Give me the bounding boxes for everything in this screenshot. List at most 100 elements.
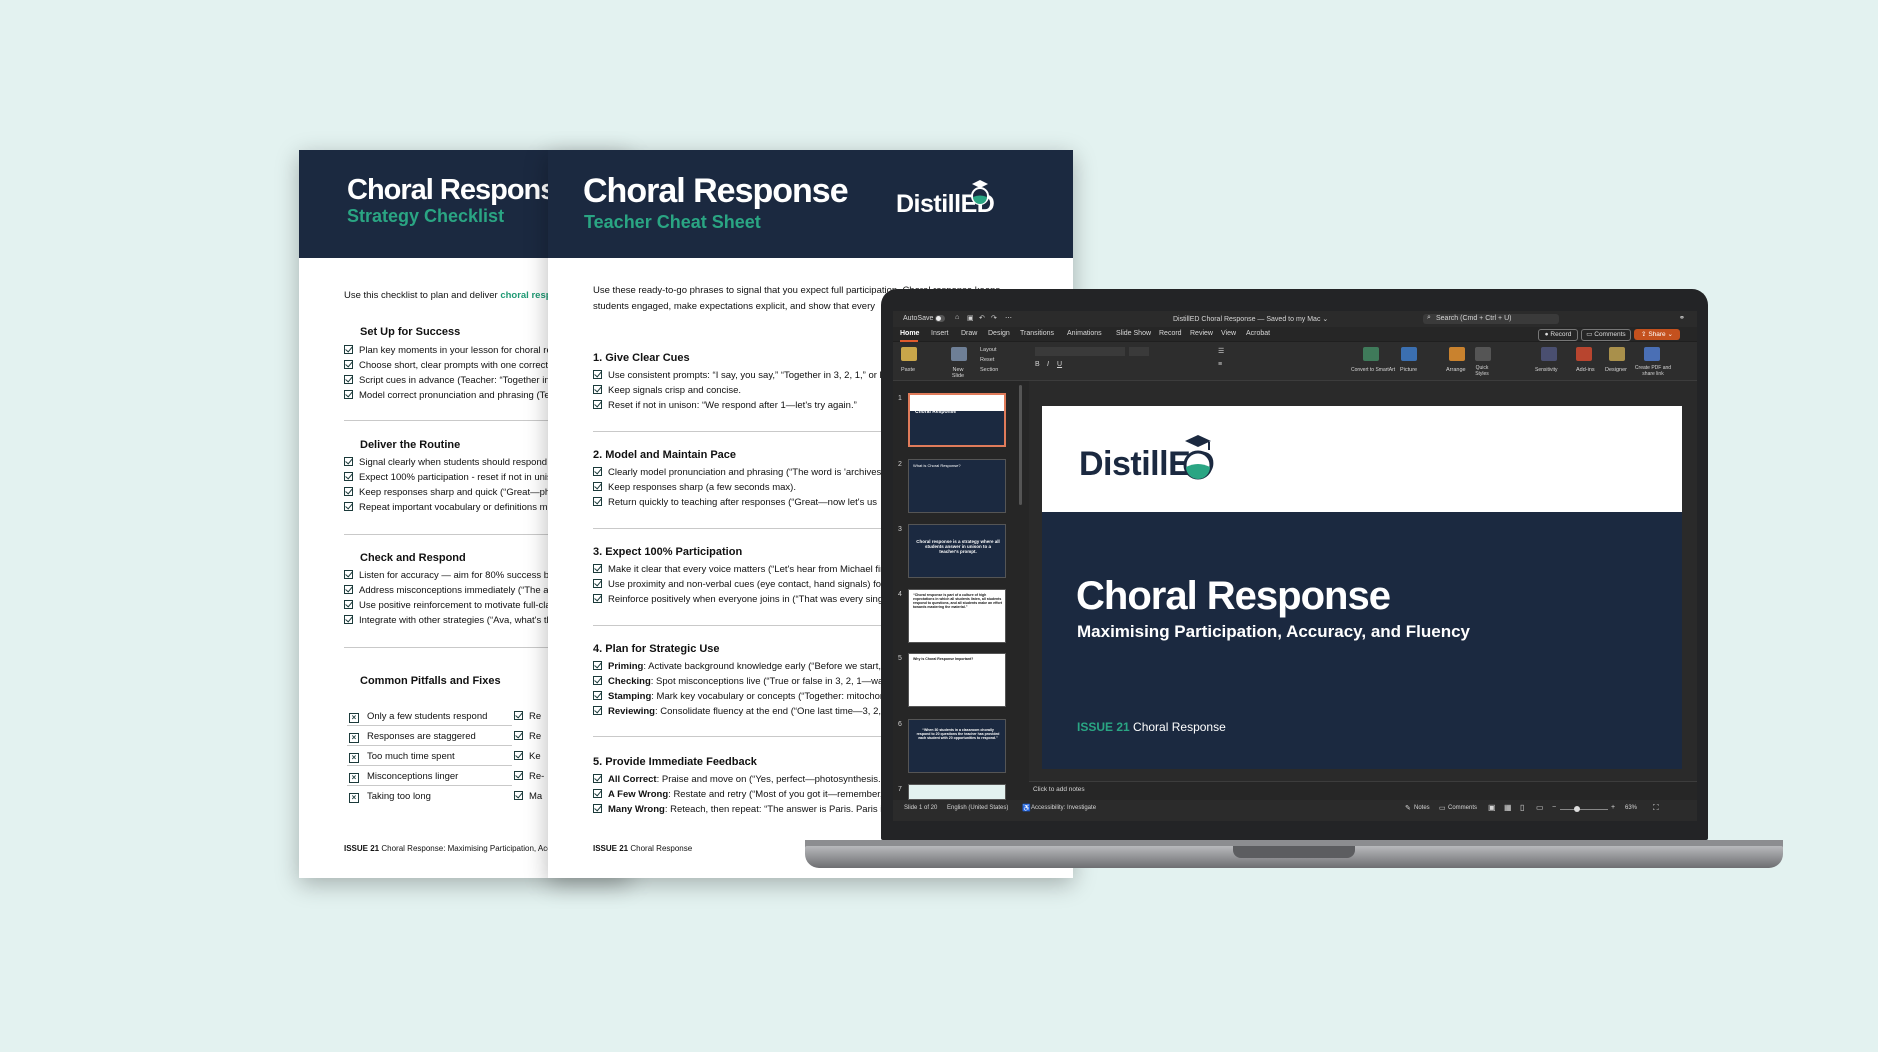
notes-pane[interactable]: [1029, 781, 1697, 800]
slide-thumbnail-1[interactable]: Choral Response: [908, 393, 1006, 447]
tab-animations[interactable]: Animations: [1067, 330, 1102, 337]
picture-icon[interactable]: [1401, 347, 1417, 361]
slide-thumbnail-6[interactable]: “When 30 students in a classroom chorall…: [908, 719, 1006, 773]
paste-label[interactable]: Paste: [901, 367, 915, 373]
checklist-intro-text: Use this checklist to plan and deliver: [344, 290, 501, 301]
tab-view[interactable]: View: [1221, 330, 1236, 337]
fix-item: Re-: [514, 769, 544, 784]
addins-label[interactable]: Add-ins: [1576, 367, 1595, 373]
tab-acrobat[interactable]: Acrobat: [1246, 330, 1270, 337]
bullets-icon[interactable]: ☰: [1218, 347, 1224, 355]
designer-icon[interactable]: [1609, 347, 1625, 361]
checkbox-icon: [593, 706, 602, 715]
new-slide-label[interactable]: New Slide: [949, 367, 967, 379]
status-comments-button[interactable]: Comments: [1448, 805, 1477, 811]
fit-slide-icon[interactable]: ⛶: [1653, 803, 1659, 813]
x-box-icon: ×: [349, 793, 359, 803]
sensitivity-label[interactable]: Sensitivity: [1535, 367, 1558, 373]
status-language[interactable]: English (United States): [947, 805, 1008, 811]
cheatsheet-item: Make it clear that every voice matters (…: [593, 562, 893, 577]
x-box-icon: ×: [349, 753, 359, 763]
tab-home[interactable]: Home: [900, 330, 919, 337]
x-box-icon: ×: [349, 733, 359, 743]
share-button[interactable]: ⇪ Share ⌄: [1634, 329, 1680, 340]
tab-transitions[interactable]: Transitions: [1020, 330, 1054, 337]
status-notes-button[interactable]: Notes: [1414, 805, 1430, 811]
checklist-item: Keep responses sharp and quick (“Great—p…: [344, 485, 555, 500]
record-button[interactable]: ● Record: [1538, 329, 1578, 341]
new-slide-icon[interactable]: [951, 347, 967, 361]
font-size-box[interactable]: [1129, 347, 1149, 356]
section-button[interactable]: Section: [980, 367, 998, 373]
font-name-box[interactable]: [1035, 347, 1125, 356]
checkbox-icon: [344, 390, 353, 399]
accessibility-icon: ♿: [1022, 805, 1031, 812]
cheatsheet-item: Checking: Spot misconceptions live (“Tru…: [593, 674, 894, 689]
tab-draw[interactable]: Draw: [961, 330, 977, 337]
slide-thumbnail-5[interactable]: Why is Choral Response Important?: [908, 653, 1006, 707]
pitfall-item: × Taking too long: [349, 789, 431, 804]
reading-view-icon[interactable]: ▯: [1520, 803, 1524, 812]
thumb-title: Choral response is a strategy where all …: [916, 539, 1000, 554]
cheatsheet-item: Stamping: Mark key vocabulary or concept…: [593, 689, 885, 704]
share-link-icon[interactable]: ⚭: [1679, 314, 1685, 322]
arrange-label[interactable]: Arrange: [1446, 367, 1466, 373]
create-pdf-icon[interactable]: [1644, 347, 1660, 361]
checkbox-icon: [514, 751, 523, 760]
zoom-in-icon[interactable]: +: [1611, 804, 1615, 811]
autosave-toggle[interactable]: [935, 315, 945, 322]
normal-view-icon[interactable]: ▣: [1488, 803, 1496, 812]
tab-insert[interactable]: Insert: [931, 330, 949, 337]
flask-icon: [971, 180, 989, 205]
zoom-slider-thumb[interactable]: [1574, 806, 1580, 812]
slide-sorter-icon[interactable]: ▦: [1504, 803, 1512, 812]
tab-record[interactable]: Record: [1159, 330, 1182, 337]
slide-thumbnail-2[interactable]: What is Choral Response?: [908, 459, 1006, 513]
align-icon[interactable]: ≡: [1218, 361, 1222, 368]
zoom-slider[interactable]: [1560, 809, 1608, 810]
sensitivity-icon[interactable]: [1541, 347, 1557, 361]
current-slide[interactable]: DistillED Choral Response Maximising Par…: [1042, 406, 1682, 769]
checkbox-icon: [344, 615, 353, 624]
picture-label[interactable]: Picture: [1400, 367, 1417, 373]
cheatsheet-item: Use proximity and non-verbal cues (eye c…: [593, 577, 884, 592]
checkbox-icon: [593, 579, 602, 588]
convert-smartart-label[interactable]: Convert to SmartArt: [1351, 367, 1395, 373]
quick-styles-icon[interactable]: [1475, 347, 1491, 361]
quick-styles-label[interactable]: Quick Styles: [1473, 365, 1491, 377]
more-icon[interactable]: ⋯: [1005, 314, 1012, 322]
reset-button[interactable]: Reset: [980, 357, 994, 363]
home-icon[interactable]: ⌂: [955, 314, 959, 321]
search-placeholder: Search (Cmd + Ctrl + U): [1436, 315, 1512, 322]
notes-placeholder[interactable]: Click to add notes: [1033, 786, 1085, 793]
arrange-icon[interactable]: [1449, 347, 1465, 361]
search-icon: ⌕: [1427, 314, 1431, 321]
undo-icon[interactable]: ↶: [979, 314, 985, 322]
tab-slide-show[interactable]: Slide Show: [1116, 330, 1151, 337]
italic-button[interactable]: I: [1047, 361, 1049, 368]
checklist-footer: ISSUE 21 Choral Response: Maximising Par…: [344, 844, 559, 853]
slide-thumbnail-3[interactable]: Choral response is a strategy where all …: [908, 524, 1006, 578]
addins-icon[interactable]: [1576, 347, 1592, 361]
convert-smartart-icon[interactable]: [1363, 347, 1379, 361]
zoom-out-icon[interactable]: −: [1552, 804, 1556, 811]
underline-button[interactable]: U: [1057, 361, 1062, 368]
zoom-level[interactable]: 63%: [1625, 805, 1637, 811]
designer-label[interactable]: Designer: [1605, 367, 1627, 373]
layout-button[interactable]: Layout: [980, 347, 997, 353]
comments-button[interactable]: ▭ Comments: [1581, 329, 1631, 341]
slideshow-icon[interactable]: ▭: [1536, 803, 1544, 812]
tab-design[interactable]: Design: [988, 330, 1010, 337]
pitfall-item: × Responses are staggered: [349, 729, 476, 744]
slide-thumbnail-7[interactable]: [908, 784, 1006, 800]
status-accessibility[interactable]: Accessibility: Investigate: [1031, 805, 1096, 811]
slide-thumbnail-4[interactable]: “Choral response is part of a culture of…: [908, 589, 1006, 643]
tab-review[interactable]: Review: [1190, 330, 1213, 337]
thumbnail-scrollbar[interactable]: [1019, 385, 1022, 505]
save-icon[interactable]: ▣: [967, 314, 974, 322]
cheatsheet-intro-line: students engaged, make expectations expl…: [593, 301, 876, 312]
redo-icon[interactable]: ↷: [991, 314, 997, 322]
create-pdf-label[interactable]: Create PDF and share link: [1631, 365, 1675, 377]
bold-button[interactable]: B: [1035, 361, 1040, 368]
paste-icon[interactable]: [901, 347, 917, 361]
